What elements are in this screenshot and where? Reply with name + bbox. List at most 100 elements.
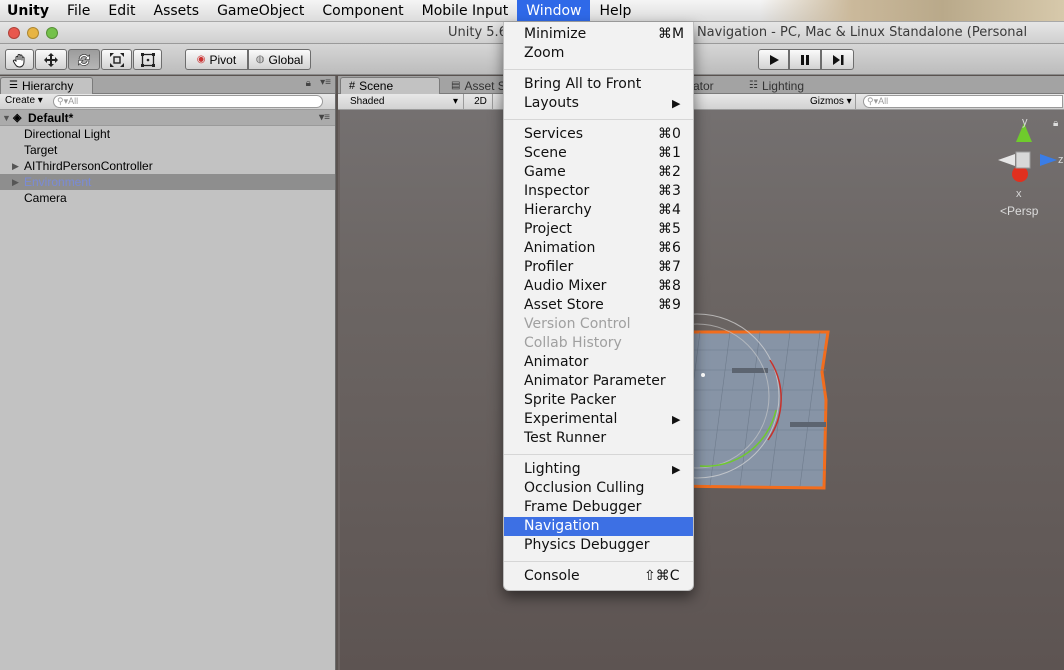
play-button[interactable] <box>758 49 789 70</box>
menu-item-game[interactable]: Game ⌘2 <box>504 163 693 182</box>
menu-item-animator[interactable]: Animator <box>504 353 693 372</box>
step-button[interactable] <box>821 49 854 70</box>
menu-item-label: Asset Store <box>524 297 604 313</box>
menu-item-scene[interactable]: Scene ⌘1 <box>504 144 693 163</box>
menu-item-navigation[interactable]: Navigation <box>504 517 693 536</box>
menu-item-sprite-packer[interactable]: Sprite Packer <box>504 391 693 410</box>
rect-tool-button[interactable] <box>133 49 162 70</box>
hierarchy-search-input[interactable]: ⚲▾All <box>53 95 323 108</box>
move-tool-button[interactable] <box>35 49 67 70</box>
menu-item-layouts[interactable]: Layouts ▶ <box>504 94 693 113</box>
menu-item-hierarchy[interactable]: Hierarchy ⌘4 <box>504 201 693 220</box>
create-dropdown[interactable]: Create ▾ <box>5 95 43 106</box>
hierarchy-item[interactable]: ▶ AIThirdPersonController <box>0 158 335 174</box>
menu-item-experimental[interactable]: Experimental ▶ <box>504 410 693 429</box>
shading-dropdown[interactable]: Shaded ▾ <box>338 94 464 109</box>
scene-search-input[interactable]: ⚲▾All <box>863 95 1063 108</box>
store-icon: ▤ <box>451 80 461 91</box>
menu-gameobject[interactable]: GameObject <box>208 0 313 21</box>
menu-item-label: Minimize <box>524 26 587 42</box>
menu-item-label: Game <box>524 164 566 180</box>
menu-assets[interactable]: Assets <box>145 0 209 21</box>
tab-hierarchy[interactable]: ☰ Hierarchy <box>0 77 93 94</box>
menu-item-animator-parameter[interactable]: Animator Parameter <box>504 372 693 391</box>
menu-mobile-input[interactable]: Mobile Input <box>413 0 518 21</box>
2d-toggle[interactable]: 2D <box>469 94 493 109</box>
wall-obstacle <box>790 422 826 427</box>
tab-scene[interactable]: # Scene <box>340 77 440 94</box>
menu-item-console[interactable]: Console ⇧⌘C <box>504 567 693 586</box>
menu-item-label: Version Control <box>524 316 631 332</box>
menu-item-project[interactable]: Project ⌘5 <box>504 220 693 239</box>
menu-item-label: Experimental <box>524 411 618 427</box>
close-window-button[interactable] <box>8 27 20 39</box>
hierarchy-item[interactable]: Directional Light <box>0 126 335 142</box>
menu-item-label: Animator <box>524 354 589 370</box>
hierarchy-item-selected[interactable]: ▶ Environment <box>0 174 335 190</box>
hand-icon <box>12 53 24 68</box>
menu-item-label: Test Runner <box>524 430 607 446</box>
menu-item-physics-debugger[interactable]: Physics Debugger <box>504 536 693 555</box>
scene-viewport[interactable]: y z x <Persp 🔒︎ <box>340 110 1064 670</box>
menu-item-frame-debugger[interactable]: Frame Debugger <box>504 498 693 517</box>
lock-icon[interactable]: 🔒︎ <box>306 78 311 89</box>
menu-window[interactable]: Window <box>517 0 591 21</box>
menu-unity[interactable]: Unity <box>0 0 58 21</box>
menu-help[interactable]: Help <box>590 0 640 21</box>
rotate-tool-button[interactable] <box>68 49 100 70</box>
global-label: Global <box>268 52 304 67</box>
menu-file[interactable]: File <box>58 0 99 21</box>
list-icon: ☰ <box>9 80 18 91</box>
global-toggle[interactable]: ◍ Global <box>248 49 311 70</box>
menu-item-label: Zoom <box>524 45 565 61</box>
hierarchy-item[interactable]: Target <box>0 142 335 158</box>
menu-component[interactable]: Component <box>313 0 412 21</box>
menu-item-occlusion-culling[interactable]: Occlusion Culling <box>504 479 693 498</box>
hierarchy-item[interactable]: Camera <box>0 190 335 206</box>
persp-toggle[interactable]: <Persp <box>1000 204 1038 218</box>
axis-y-label: y <box>1022 116 1028 128</box>
scale-icon <box>109 52 124 67</box>
menu-item-label: Audio Mixer <box>524 278 607 294</box>
pause-button[interactable] <box>789 49 821 70</box>
submenu-arrow-icon: ▶ <box>672 463 681 476</box>
expand-arrow-icon[interactable]: ▶ <box>12 158 19 174</box>
panel-menu-icon[interactable]: ▾≡ <box>320 77 331 88</box>
menu-item-lighting[interactable]: Lighting ▶ <box>504 460 693 479</box>
orientation-gizmo[interactable] <box>998 123 1057 182</box>
menu-item-inspector[interactable]: Inspector ⌘3 <box>504 182 693 201</box>
collapse-arrow-icon[interactable]: ▼ <box>2 110 11 126</box>
menu-item-minimize[interactable]: Minimize ⌘M <box>504 25 693 44</box>
scene-tab-strip: # Scene ▤ Asset St ator ☷ Lighting <box>338 76 1064 94</box>
menu-edit[interactable]: Edit <box>99 0 144 21</box>
scene-menu-icon[interactable]: ▾≡ <box>319 110 330 126</box>
minimize-window-button[interactable] <box>27 27 39 39</box>
menu-item-asset-store[interactable]: Asset Store ⌘9 <box>504 296 693 315</box>
menu-item-bring-all-to-front[interactable]: Bring All to Front <box>504 75 693 94</box>
menu-item-zoom[interactable]: Zoom <box>504 44 693 63</box>
zoom-window-button[interactable] <box>46 27 58 39</box>
pivot-toggle[interactable]: ◉ Pivot <box>185 49 248 70</box>
menu-item-animation[interactable]: Animation ⌘6 <box>504 239 693 258</box>
submenu-arrow-icon: ▶ <box>672 413 681 426</box>
move-arrows-icon <box>44 52 58 67</box>
menu-item-label: Scene <box>524 145 567 161</box>
scene-root-row[interactable]: ▼ ◈ Default* ▾≡ <box>0 110 335 126</box>
expand-arrow-icon[interactable]: ▶ <box>12 174 19 190</box>
shortcut-label: ⌘6 <box>658 240 681 256</box>
tab-lighting[interactable]: ☷ Lighting <box>740 77 813 94</box>
menu-item-test-runner[interactable]: Test Runner <box>504 429 693 448</box>
hierarchy-item-label: AIThirdPersonController <box>24 159 153 173</box>
hierarchy-tab-strip: ☰ Hierarchy 🔒︎ ▾≡ <box>0 76 335 94</box>
menu-item-label: Occlusion Culling <box>524 480 645 496</box>
hierarchy-subbar: Create ▾ ⚲▾All <box>0 94 335 110</box>
scene-tab-label: Scene <box>359 79 394 93</box>
scale-tool-button[interactable] <box>101 49 132 70</box>
menu-item-profiler[interactable]: Profiler ⌘7 <box>504 258 693 277</box>
hand-tool-button[interactable] <box>5 49 34 70</box>
window-menu-dropdown: Minimize ⌘M Zoom Bring All to Front Layou… <box>503 22 694 591</box>
gizmos-dropdown[interactable]: Gizmos ▾ <box>804 94 856 109</box>
lock-icon[interactable]: 🔒︎ <box>1053 118 1058 129</box>
menu-item-audio-mixer[interactable]: Audio Mixer ⌘8 <box>504 277 693 296</box>
menu-item-services[interactable]: Services ⌘0 <box>504 125 693 144</box>
